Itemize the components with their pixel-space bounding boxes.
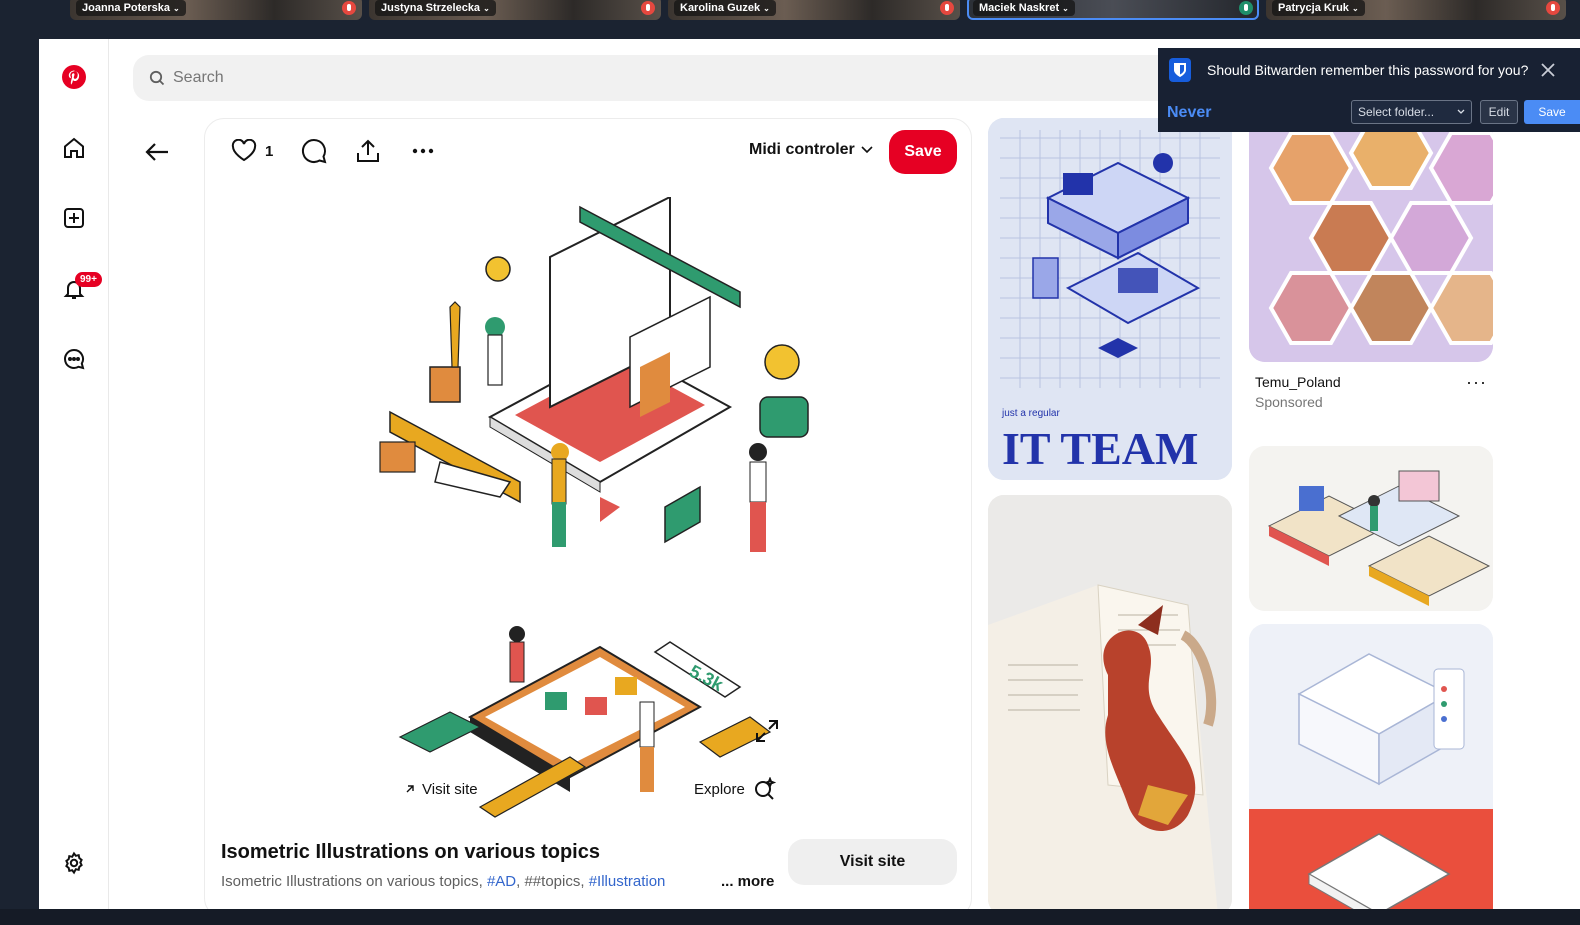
participant-tile[interactable]: Karolina Guzek ⌄ [668,0,960,20]
arrow-left-icon [145,143,168,161]
notification-count-badge: 99+ [75,272,102,287]
it-team-illustration: just a regular IT TEAM [988,118,1232,480]
search-input[interactable] [173,69,1073,87]
hashtag-text: ##topics [524,873,581,890]
promoted-pin-meta: Temu_Poland Sponsored ··· [1255,372,1495,410]
more-link[interactable]: ... more [717,873,775,890]
feed-pin-it-team[interactable]: just a regular IT TEAM [988,118,1232,480]
folder-select[interactable]: Select folder... [1351,100,1472,124]
never-button[interactable]: Never [1167,104,1211,122]
arrow-up-right-icon [406,785,414,793]
back-button[interactable] [139,134,175,170]
expand-button[interactable] [753,717,781,745]
more-options-button[interactable] [410,137,436,165]
hexagon-rooms-image [1249,118,1493,362]
sidebar: 99+ [39,39,109,909]
participant-tile[interactable]: Patrycja Kruk ⌄ [1266,0,1566,20]
muted-mic-icon [641,1,655,15]
advertiser-name[interactable]: Temu_Poland [1255,374,1495,390]
expand-icon [756,720,778,742]
muted-mic-icon [342,1,356,15]
participant-name: Justyna Strzelecka ⌄ [375,0,496,16]
bitwarden-save-button[interactable]: Save [1524,100,1580,124]
close-icon [1541,63,1555,77]
save-button[interactable]: Save [889,130,957,174]
more-options-icon[interactable]: ··· [1466,372,1487,393]
board-name: Midi controler [749,141,855,158]
feed-pin-office[interactable] [1249,446,1493,611]
search-bar[interactable] [133,55,1233,101]
participant-tile-active[interactable]: Maciek Naskret ⌄ [967,0,1259,20]
home-icon[interactable] [58,132,90,164]
mic-icon [1239,1,1253,15]
video-call-participants: Joanna Poterska ⌄ Justyna Strzelecka ⌄ Kar… [0,0,1580,20]
close-button[interactable] [1538,60,1558,80]
comment-icon [302,138,327,164]
board-selector[interactable]: Midi controler [749,141,873,159]
muted-mic-icon [940,1,954,15]
pinterest-logo-icon[interactable] [58,61,90,93]
like-count: 1 [265,142,274,160]
share-button[interactable] [355,137,381,165]
hashtag-link[interactable]: #Illustration [589,873,666,890]
feed-pin-diy[interactable] [1249,624,1493,909]
participant-tile[interactable]: Justyna Strzelecka ⌄ [369,0,661,20]
sponsored-label: Sponsored [1255,394,1323,410]
share-icon [357,139,379,162]
it-team-title: IT TEAM [1002,423,1198,474]
pin-description: Isometric Illustrations on various topic… [221,873,666,890]
heart-icon [231,139,257,162]
pin-detail-card: 1 Midi controler Save 5.3k Visit site Ex… [204,118,972,909]
visit-site-button[interactable]: Visit site [788,839,957,885]
feed-pin-dragon-book[interactable] [988,495,1232,909]
like-button[interactable]: 1 [231,137,273,165]
participant-name: Joanna Poterska ⌄ [76,0,186,16]
participant-name: Patrycja Kruk ⌄ [1272,0,1365,16]
participant-name: Karolina Guzek ⌄ [674,0,776,16]
edit-button[interactable]: Edit [1480,100,1518,124]
dragon-popup-book-image [988,495,1232,909]
participant-tile[interactable]: Joanna Poterska ⌄ [70,0,362,20]
office-isometric-image [1249,446,1493,611]
participant-name: Maciek Naskret ⌄ [973,0,1075,16]
bitwarden-save-password-bar: Should Bitwarden remember this password … [1158,48,1580,132]
ellipsis-icon [412,148,434,154]
pin-toolbar: 1 Midi controler Save [205,119,971,183]
bitwarden-message: Should Bitwarden remember this password … [1207,62,1529,78]
chevron-down-icon [861,146,873,154]
overlay-visit-site-button[interactable]: Visit site [398,775,484,803]
visual-search-icon [754,777,777,800]
feed-pin-temu[interactable] [1249,118,1493,362]
diy-isometric-image [1249,624,1493,909]
comment-button[interactable] [301,137,327,165]
muted-mic-icon [1546,1,1560,15]
pin-title: Isometric Illustrations on various topic… [221,841,600,863]
screen-bottom-edge [0,909,1580,925]
it-team-subtitle: just a regular [1001,408,1060,419]
messages-icon[interactable] [58,343,90,375]
bitwarden-shield-icon [1169,58,1191,82]
create-icon[interactable] [58,202,90,234]
hashtag-link[interactable]: #AD [487,873,516,890]
search-icon [149,70,165,86]
pinterest-window: 99+ 1 [39,39,1580,909]
settings-icon[interactable] [58,847,90,879]
chevron-down-icon [1457,109,1465,114]
explore-button[interactable]: Explore [688,775,783,803]
pin-image[interactable]: 5.3k [370,197,810,827]
